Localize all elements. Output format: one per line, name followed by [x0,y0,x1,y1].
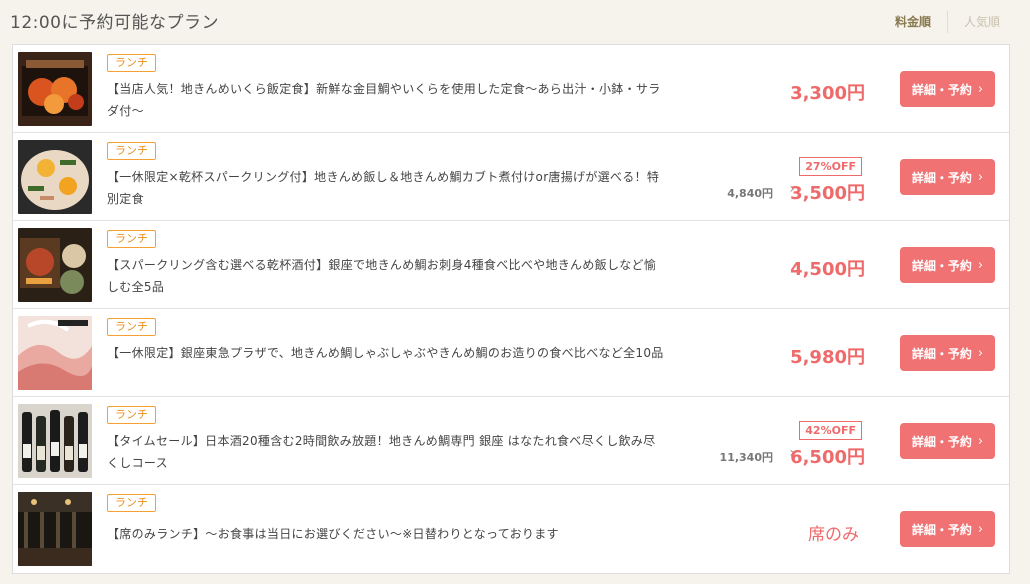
lunch-badge: ランチ [107,230,156,248]
reserve-button[interactable]: 詳細・予約 › [900,247,995,283]
plan-title[interactable]: 【席のみランチ】〜お食事は当日にお選びください〜※日替わりとなっております [107,523,667,545]
plan-price: 4,500円 [790,259,865,280]
plan-item[interactable]: ランチ 【タイムセール】日本酒20種含む2時間飲み放題！地きんめ鯛専門 銀座 は… [13,397,1009,485]
plan-title[interactable]: 【スパークリング含む選べる乾杯酒付】銀座で地きんめ鯛お刺身4種食べ比べや地きんめ… [107,254,667,298]
plan-title[interactable]: 【タイムセール】日本酒20種含む2時間飲み放題！地きんめ鯛専門 銀座 はなたれ食… [107,430,667,474]
food-photo-icon [18,316,92,390]
reserve-button[interactable]: 詳細・予約 › [900,159,995,195]
plan-image[interactable] [18,52,92,126]
original-price: 11,340円 [719,451,773,464]
plan-price: 3,300円 [790,83,865,104]
lunch-badge: ランチ [107,318,156,336]
plan-price: 3,500円 [790,183,865,204]
chevron-right-icon: › [977,433,984,449]
plan-price: 6,500円 [790,447,865,468]
plan-title[interactable]: 【一休限定】銀座東急プラザで、地きんめ鯛しゃぶしゃぶやきんめ鯛のお造りの食べ比べ… [107,342,667,364]
reserve-button-label: 詳細・予約 [911,170,972,185]
chevron-right-icon: › [977,169,984,185]
plan-title[interactable]: 【当店人気！地きんめいくら飯定食】新鮮な金目鯛やいくらを使用した定食〜あら出汁・… [107,78,667,122]
plan-item[interactable]: ランチ 【スパークリング含む選べる乾杯酒付】銀座で地きんめ鯛お刺身4種食べ比べや… [13,221,1009,309]
food-photo-icon [18,52,92,126]
plan-list: ランチ 【当店人気！地きんめいくら飯定食】新鮮な金目鯛やいくらを使用した定食〜あ… [12,44,1010,574]
reserve-button[interactable]: 詳細・予約 › [900,71,995,107]
reserve-button-label: 詳細・予約 [911,346,972,361]
reserve-button[interactable]: 詳細・予約 › [900,423,995,459]
sort-by-popularity[interactable]: 人気順 [948,11,1000,33]
sort-by-price[interactable]: 料金順 [879,11,948,33]
chevron-right-icon: › [977,345,984,361]
plan-image[interactable] [18,228,92,302]
reserve-button-label: 詳細・予約 [911,258,972,273]
lunch-badge: ランチ [107,54,156,72]
plan-item[interactable]: ランチ 【一休限定】銀座東急プラザで、地きんめ鯛しゃぶしゃぶやきんめ鯛のお造りの… [13,309,1009,397]
plan-image[interactable] [18,492,92,566]
lunch-badge: ランチ [107,142,156,160]
sake-bottles-photo-icon [18,404,92,478]
chevron-right-icon: › [977,81,984,97]
lunch-badge: ランチ [107,406,156,424]
reserve-button[interactable]: 詳細・予約 › [900,511,995,547]
discount-badge: 42%OFF [799,421,862,440]
reserve-button-label: 詳細・予約 [911,434,972,449]
reserve-button-label: 詳細・予約 [911,82,972,97]
plan-title[interactable]: 【一休限定×乾杯スパークリング付】地きんめ飯し＆地きんめ鯛カブト煮付けor唐揚げ… [107,166,667,210]
food-photo-icon [18,228,92,302]
plan-price: 5,980円 [790,347,865,368]
food-photo-icon [18,140,92,214]
plan-item[interactable]: ランチ 【席のみランチ】〜お食事は当日にお選びください〜※日替わりとなっておりま… [13,485,1009,573]
reserve-button-label: 詳細・予約 [911,522,972,537]
plans-header: 12:00に予約可能なプラン 料金順 人気順 [0,0,1030,40]
lunch-badge: ランチ [107,494,156,512]
reserve-button[interactable]: 詳細・予約 › [900,335,995,371]
sort-options: 料金順 人気順 [879,11,1000,33]
original-price: 4,840円 [727,187,773,200]
chevron-right-icon: › [977,521,984,537]
discount-badge: 27%OFF [799,157,862,176]
chevron-right-icon: › [977,257,984,273]
page-title: 12:00に予約可能なプラン [10,13,219,33]
plan-item[interactable]: ランチ 【一休限定×乾杯スパークリング付】地きんめ飯し＆地きんめ鯛カブト煮付けo… [13,133,1009,221]
plan-image[interactable] [18,140,92,214]
plan-image[interactable] [18,316,92,390]
plan-image[interactable] [18,404,92,478]
plan-price: 席のみ [808,525,859,545]
restaurant-interior-photo-icon [18,492,92,566]
plan-item[interactable]: ランチ 【当店人気！地きんめいくら飯定食】新鮮な金目鯛やいくらを使用した定食〜あ… [13,45,1009,133]
